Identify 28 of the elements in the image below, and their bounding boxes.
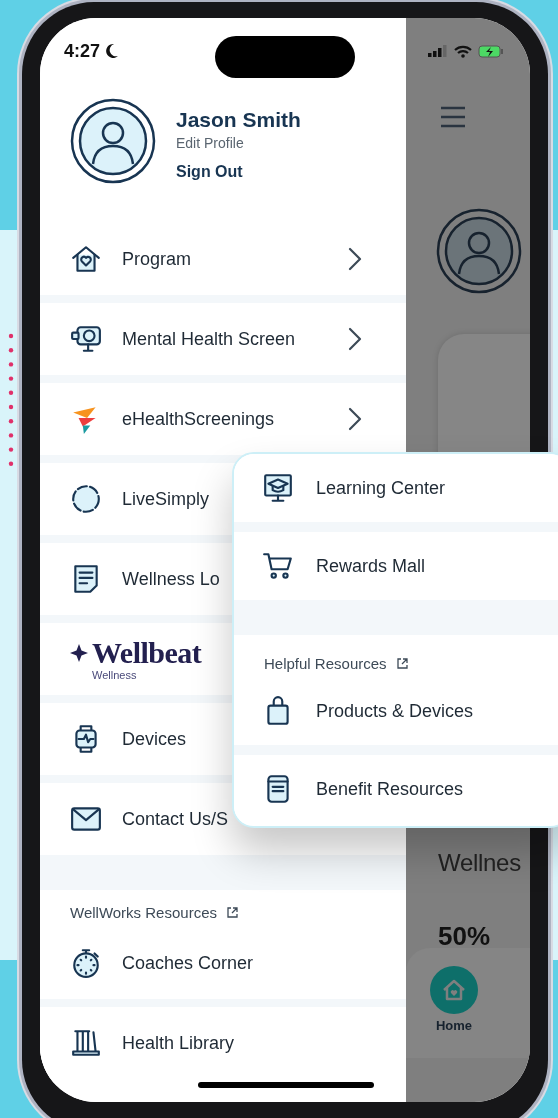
chevron-icon — [348, 327, 362, 351]
signal-icon — [428, 45, 448, 57]
star-icon — [70, 644, 88, 662]
chevron-icon — [348, 247, 362, 271]
house-heart-icon — [70, 243, 102, 275]
moon-icon — [105, 43, 120, 59]
cart-icon — [262, 550, 294, 582]
edit-profile-link[interactable]: Edit Profile — [176, 135, 301, 151]
user-name: Jason Smith — [176, 108, 301, 132]
external-link-icon — [396, 657, 408, 669]
sign-out-link[interactable]: Sign Out — [176, 163, 301, 181]
menu-item[interactable]: Learning Center — [234, 454, 558, 522]
stopwatch-icon — [70, 947, 102, 979]
monitor-graduation-cap-icon — [262, 472, 294, 504]
monitor-face-icon — [70, 323, 102, 355]
status-time: 4:27 — [64, 40, 101, 62]
chevron-icon — [348, 407, 362, 431]
wifi-icon — [454, 44, 472, 58]
battery-charging-icon — [478, 44, 504, 58]
avatar-icon — [436, 208, 522, 294]
section-title: Helpful Resources — [264, 654, 387, 672]
section-title: WellWorks Resources — [70, 904, 217, 921]
avatar-icon — [70, 98, 156, 184]
menu-icon[interactable] — [440, 106, 466, 128]
bookshelf-icon — [70, 1027, 102, 1059]
dashed-circle-icon — [70, 483, 102, 515]
section-heading: Wellnes — [438, 848, 521, 878]
external-link-icon — [227, 907, 238, 918]
